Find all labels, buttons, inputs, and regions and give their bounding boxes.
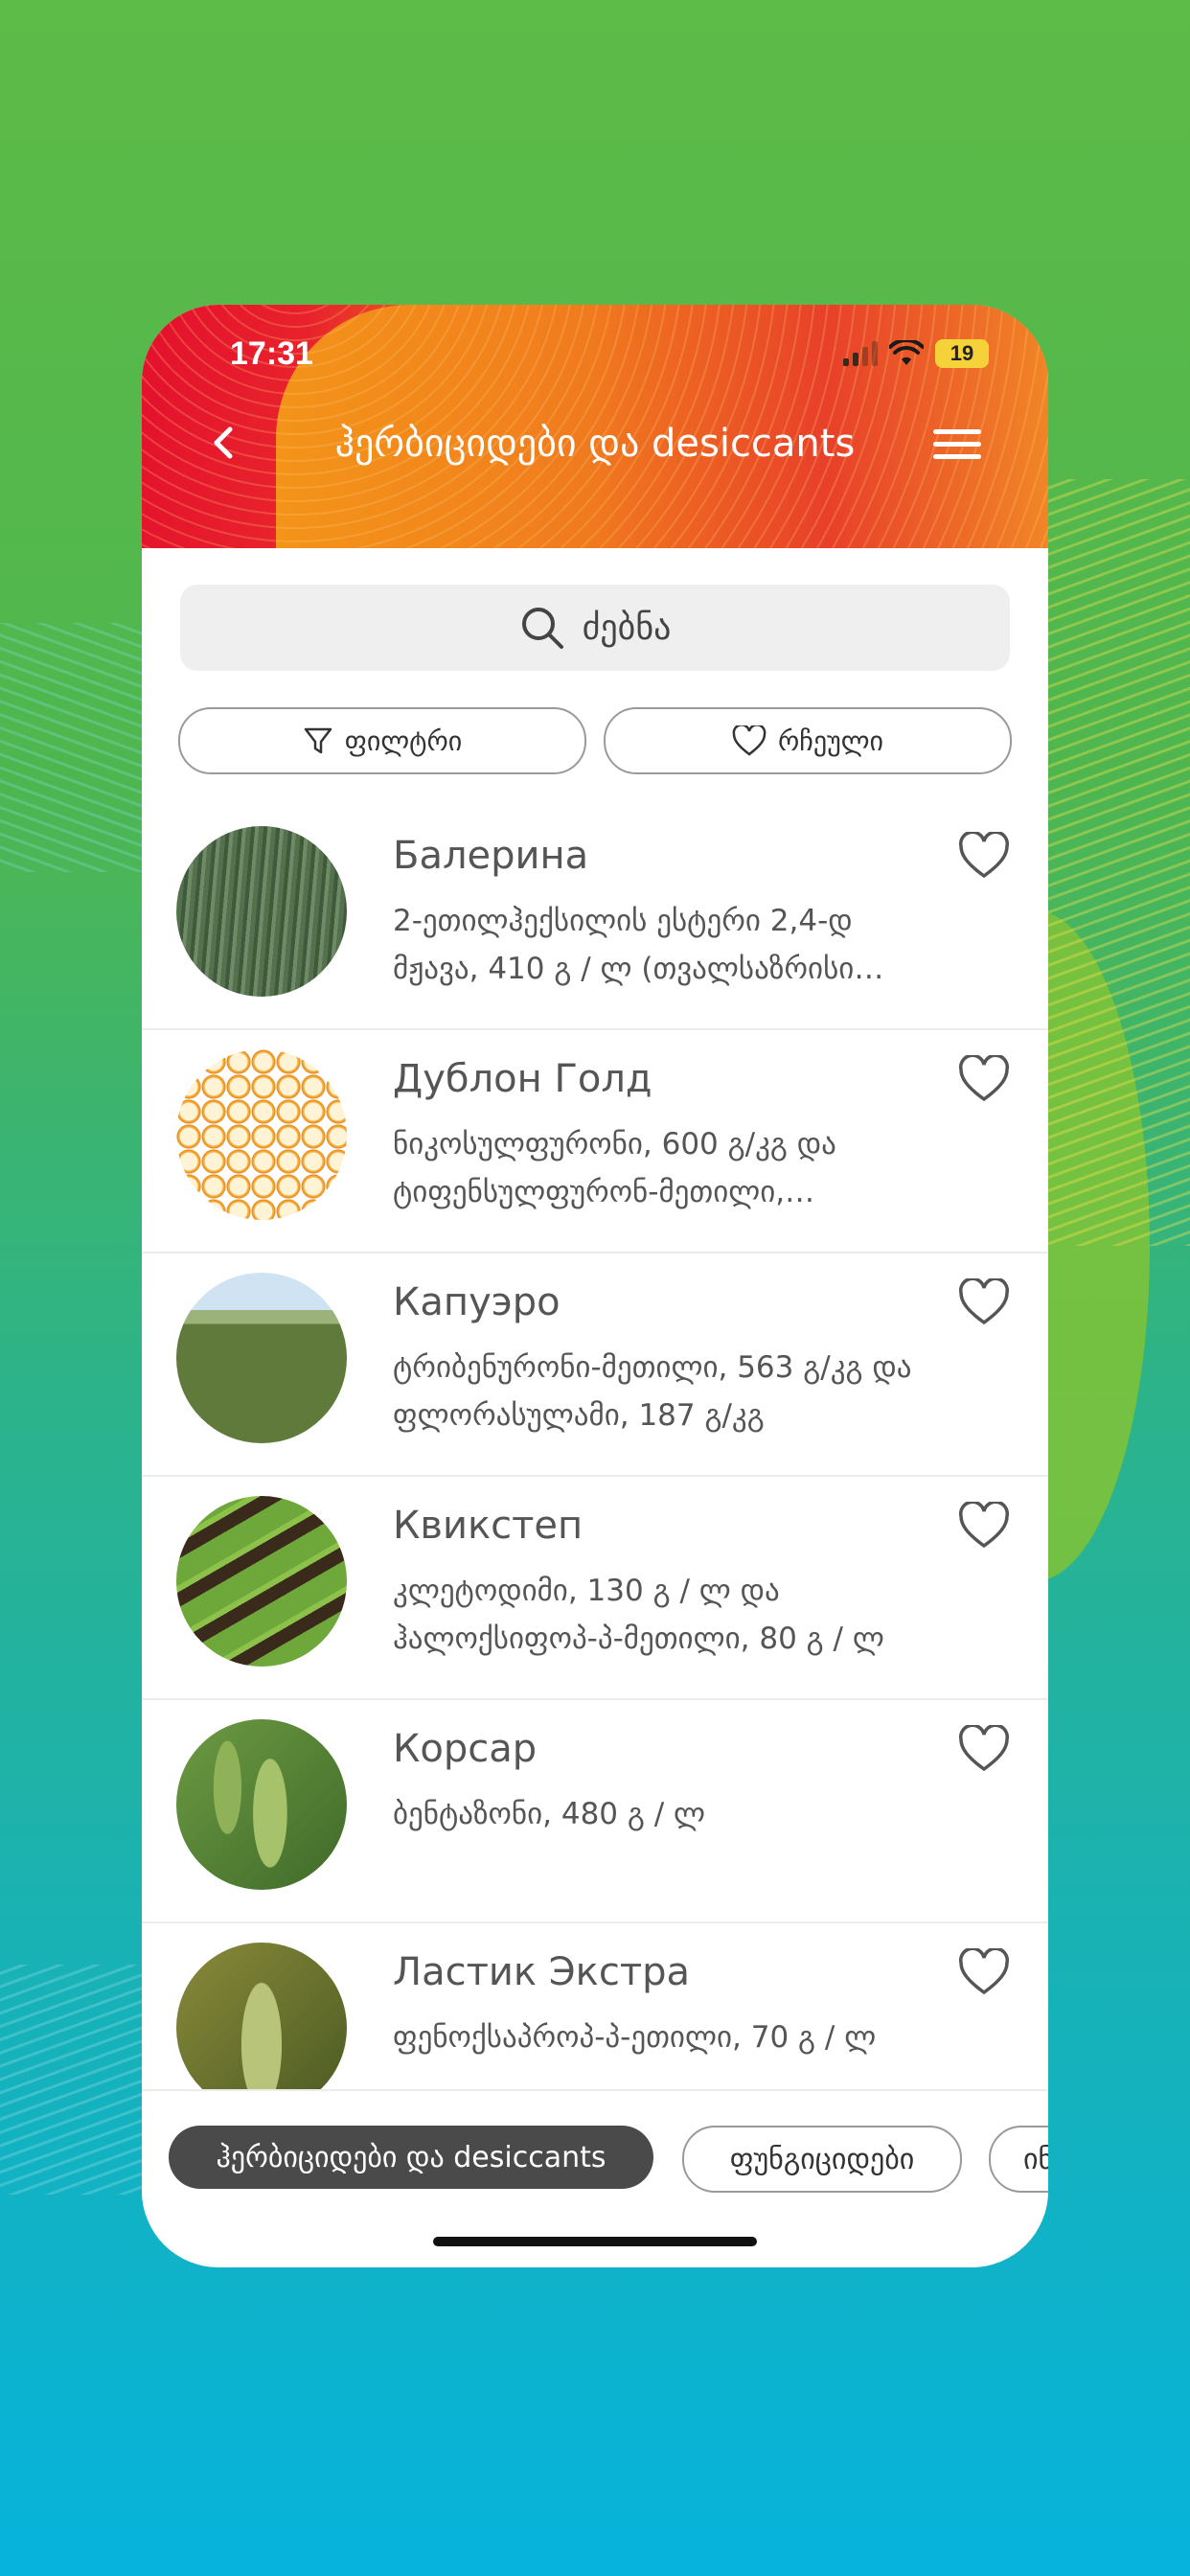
product-list: Балерина 2-ეთილჰექსილის ესტერი 2,4-დ მჟა… bbox=[142, 807, 1048, 2091]
product-image bbox=[176, 1049, 347, 1220]
list-item[interactable]: Квикстеп კლეტოდიმი, 130 გ / ლ და ჰალოქსი… bbox=[142, 1477, 1048, 1700]
favorites-button[interactable]: რჩეული bbox=[604, 707, 1012, 774]
favorite-heart-icon[interactable] bbox=[958, 1948, 1010, 1996]
header: 17:31 19 ჰერბიციდები და desiccants bbox=[142, 305, 1048, 548]
category-tabs: ჰერბიციდები და desiccants ფუნგიციდები ინ bbox=[142, 2089, 1048, 2216]
menu-button[interactable] bbox=[933, 429, 981, 464]
product-name: Балерина bbox=[393, 834, 589, 878]
home-indicator bbox=[433, 2237, 757, 2246]
search-input[interactable]: ძებნა bbox=[180, 585, 1010, 671]
status-time: 17:31 bbox=[230, 335, 313, 372]
background-decoration bbox=[0, 1965, 153, 2195]
back-button[interactable] bbox=[203, 422, 245, 464]
app-screen: 17:31 19 ჰერბიციდები და desiccants ძებნა… bbox=[142, 305, 1048, 2267]
tab-fungicides[interactable]: ფუნგიციდები bbox=[682, 2126, 962, 2193]
chevron-left-icon bbox=[214, 426, 233, 459]
favorite-heart-icon[interactable] bbox=[958, 1055, 1010, 1103]
list-item[interactable]: Дублон Голд ნიკოსულფურონი, 600 გ/კგ და ტ… bbox=[142, 1030, 1048, 1254]
battery-icon: 19 bbox=[935, 339, 989, 368]
list-item[interactable]: Корсар ბენტაზონი, 480 გ / ლ bbox=[142, 1700, 1048, 1923]
funnel-icon bbox=[304, 727, 332, 754]
signal-icon bbox=[843, 341, 878, 366]
favorite-heart-icon[interactable] bbox=[958, 1725, 1010, 1773]
favorite-heart-icon[interactable] bbox=[958, 832, 1010, 880]
background-decoration bbox=[0, 623, 153, 872]
wifi-icon bbox=[889, 340, 924, 365]
list-item[interactable]: Капуэро ტრიბენურონი-მეთილი, 563 გ/კგ და … bbox=[142, 1254, 1048, 1477]
search-placeholder: ძებნა bbox=[582, 608, 672, 648]
product-description: 2-ეთილჰექსილის ესტერი 2,4-დ მჟავა, 410 გ… bbox=[393, 904, 884, 986]
favorites-label: რჩეული bbox=[777, 724, 884, 757]
product-description: ტრიბენურონი-მეთილი, 563 გ/კგ და ფლორასულ… bbox=[393, 1350, 912, 1433]
page-title: ჰერბიციდები და desiccants bbox=[334, 422, 856, 466]
product-image bbox=[176, 1273, 347, 1443]
filter-label: ფილტრი bbox=[344, 724, 463, 757]
product-image bbox=[176, 1719, 347, 1890]
favorite-heart-icon[interactable] bbox=[958, 1502, 1010, 1550]
product-image bbox=[176, 826, 347, 997]
tab-herbicides[interactable]: ჰერბიციდები და desiccants bbox=[169, 2126, 653, 2189]
product-description: ბენტაზონი, 480 გ / ლ bbox=[393, 1797, 706, 1831]
list-item[interactable]: Балерина 2-ეთილჰექსილის ესტერი 2,4-დ მჟა… bbox=[142, 807, 1048, 1030]
list-item[interactable]: Ластик Экстра ფენოქსაპროპ-პ-ეთილი, 70 გ … bbox=[142, 1923, 1048, 2091]
hamburger-icon bbox=[933, 429, 981, 434]
search-icon bbox=[521, 608, 563, 649]
filter-bar: ფილტრი რჩეული bbox=[178, 707, 1012, 774]
product-description: კლეტოდიმი, 130 გ / ლ და ჰალოქსიფოპ-პ-მეთ… bbox=[393, 1574, 884, 1656]
product-image bbox=[176, 1496, 347, 1667]
product-name: Ластик Экстра bbox=[393, 1950, 691, 1994]
favorite-heart-icon[interactable] bbox=[958, 1278, 1010, 1326]
filter-button[interactable]: ფილტრი bbox=[178, 707, 586, 774]
product-name: Дублон Голд bbox=[393, 1057, 652, 1101]
product-description: ფენოქსაპროპ-პ-ეთილი, 70 გ / ლ bbox=[393, 2020, 877, 2055]
product-description: ნიკოსულფურონი, 600 გ/კგ და ტიფენსულფურონ… bbox=[393, 1127, 836, 1209]
product-name: Капуэро bbox=[393, 1280, 561, 1324]
product-name: Корсар bbox=[393, 1727, 538, 1771]
product-image bbox=[176, 1943, 347, 2091]
product-name: Квикстеп bbox=[393, 1504, 584, 1548]
heart-icon bbox=[732, 725, 767, 756]
status-icons: 19 bbox=[843, 339, 989, 368]
tab-insecticides[interactable]: ინ bbox=[989, 2126, 1048, 2193]
